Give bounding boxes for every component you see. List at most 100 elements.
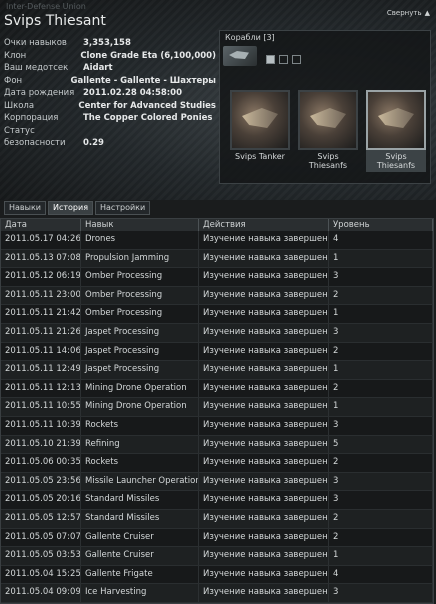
table-cell: 2011.05.05 07:07	[1, 528, 81, 547]
table-cell: Rockets	[81, 454, 199, 472]
table-cell: 2011.05.05 12:57	[1, 509, 81, 528]
ship-thumbnail	[230, 90, 290, 150]
ship-card[interactable]: Svips Thiesanfs	[298, 90, 358, 172]
table-cell: Drones	[81, 231, 199, 249]
info-row: Очки навыков 3,353,158	[4, 37, 216, 50]
table-cell: Изучение навыка завершено	[199, 435, 329, 454]
character-name: Svips Thiesant	[4, 13, 106, 29]
table-cell: 2011.05.05 03:53	[1, 547, 81, 565]
table-cell: 2011.05.11 10:55	[1, 398, 81, 416]
list-view-icon[interactable]	[279, 55, 288, 64]
table-cell: 4	[329, 231, 433, 249]
tab-История[interactable]: История	[47, 201, 94, 215]
table-cell: Изучение навыка завершено	[199, 249, 329, 268]
table-cell: Изучение навыка завершено	[199, 379, 329, 398]
table-row[interactable]: 2011.05.11 12:13 Mining Drone Operation Из…	[1, 379, 433, 399]
info-row: Фон Gallente - Gallente - Шахтеры	[4, 75, 216, 88]
column-header[interactable]: Навык	[81, 219, 199, 231]
table-cell: 1	[329, 249, 433, 268]
table-cell: Refining	[81, 435, 199, 454]
ship-thumbnail	[298, 90, 358, 150]
table-cell: 2	[329, 454, 433, 472]
info-label: Статус	[4, 125, 35, 136]
info-label: Фон	[4, 75, 23, 86]
info-label: Школа	[4, 100, 35, 111]
table-cell: Missile Launcher Operation	[81, 472, 199, 491]
info-value: 2011.02.28 04:58:00	[83, 88, 183, 98]
table-cell: Изучение навыка завершено	[199, 305, 329, 323]
table-cell: 2	[329, 342, 433, 361]
ships-panel: Корабли [3] Svips Tanker Svips Thiesanfs S…	[219, 30, 431, 184]
table-row[interactable]: 2011.05.06 00:35 Rockets Изучение навыка з…	[1, 454, 433, 473]
ship-name: Svips Thiesanfs	[376, 152, 416, 170]
table-cell: 1	[329, 305, 433, 323]
table-row[interactable]: 2011.05.13 07:08 Propulsion Jamming Изучен…	[1, 249, 433, 269]
table-cell: 2011.05.05 20:16	[1, 491, 81, 509]
info-label: Ваш медотсек	[4, 63, 69, 73]
table-row[interactable]: 2011.05.11 12:49 Jaspet Processing Изучени…	[1, 361, 433, 380]
table-cell: Mining Drone Operation	[81, 398, 199, 416]
table-row[interactable]: 2011.05.05 07:07 Gallente Cruiser Изучение…	[1, 528, 433, 548]
table-cell: 5	[329, 435, 433, 454]
table-row[interactable]: 2011.05.05 20:16 Standard Missiles Изучени…	[1, 491, 433, 510]
info-row: Дата рождения 2011.02.28 04:58:00	[4, 87, 216, 100]
column-header[interactable]: Действия	[199, 219, 329, 231]
table-row[interactable]: 2011.05.11 21:26 Jaspet Processing Изучени…	[1, 323, 433, 343]
table-row[interactable]: 2011.05.11 21:42 Omber Processing Изучение…	[1, 305, 433, 324]
table-row[interactable]: 2011.05.10 21:39 Refining Изучение навыка …	[1, 435, 433, 455]
info-label: безопасности	[4, 138, 66, 148]
table-cell: Omber Processing	[81, 268, 199, 286]
table-cell: 2011.05.04 09:09	[1, 584, 81, 602]
table-row[interactable]: 2011.05.04 15:25 Gallente Frigate Изучение…	[1, 565, 433, 585]
table-row[interactable]: 2011.05.11 10:39 Rockets Изучение навыка з…	[1, 416, 433, 436]
table-row[interactable]: 2011.05.05 12:57 Standard Missiles Изучени…	[1, 509, 433, 529]
table-cell: 1	[329, 361, 433, 379]
table-cell: 2011.05.11 10:39	[1, 416, 81, 435]
table-row[interactable]: 2011.05.05 03:53 Gallente Cruiser Изучение…	[1, 547, 433, 566]
table-row[interactable]: 2011.05.11 14:06 Jaspet Processing Изучени…	[1, 342, 433, 362]
table-cell: 1	[329, 547, 433, 565]
ship-card[interactable]: Svips Thiesanfs	[366, 90, 426, 172]
info-label: Корпорация	[4, 113, 59, 123]
table-header: Дата Навык Действия Уровень	[1, 219, 433, 231]
info-row: безопасности 0.29	[4, 137, 216, 150]
collapse-button[interactable]: Свернуть ▲	[384, 8, 430, 17]
tab-Настройки[interactable]: Настройки	[95, 201, 151, 215]
table-cell: Изучение навыка завершено	[199, 323, 329, 342]
info-label: Очки навыков	[4, 38, 67, 48]
table-cell: 2011.05.04 15:25	[1, 565, 81, 584]
table-cell: Изучение навыка завершено	[199, 361, 329, 379]
table-row[interactable]: 2011.05.11 10:55 Mining Drone Operation Из…	[1, 398, 433, 417]
info-value: Aidart	[83, 63, 113, 73]
column-header[interactable]: Дата	[1, 219, 81, 231]
table-cell: 2011.05.06 00:35	[1, 454, 81, 472]
table-cell: Propulsion Jamming	[81, 249, 199, 268]
table-cell: Standard Missiles	[81, 491, 199, 509]
info-row: Школа Center for Advanced Studies	[4, 100, 216, 113]
table-cell: 3	[329, 584, 433, 602]
table-cell: 2	[329, 286, 433, 305]
table-row[interactable]: 2011.05.05 23:56 Missile Launcher Operati…	[1, 472, 433, 492]
details-view-icon[interactable]	[292, 55, 301, 64]
table-cell: 2011.05.11 23:00	[1, 286, 81, 305]
table-cell: 2	[329, 509, 433, 528]
table-cell: Изучение навыка завершено	[199, 509, 329, 528]
table-row[interactable]: 2011.05.17 04:26 Drones Изучение навыка за…	[1, 231, 433, 250]
table-cell: Изучение навыка завершено	[199, 286, 329, 305]
column-header[interactable]: Уровень	[329, 219, 433, 231]
info-value: Gallente - Gallente - Шахтеры	[70, 75, 216, 86]
table-row[interactable]: 2011.05.12 06:19 Omber Processing Изучение…	[1, 268, 433, 287]
table-cell: Изучение навыка завершено	[199, 547, 329, 565]
table-cell: 3	[329, 268, 433, 286]
table-row[interactable]: 2011.05.11 23:00 Omber Processing Изучение…	[1, 286, 433, 306]
ships-header: Корабли [3]	[225, 33, 275, 42]
table-cell: Изучение навыка завершено	[199, 398, 329, 416]
table-cell: Omber Processing	[81, 305, 199, 323]
table-row[interactable]: 2011.05.04 09:09 Ice Harvesting Изучение н…	[1, 584, 433, 603]
tab-Навыки[interactable]: Навыки	[4, 201, 46, 215]
table-cell: 2011.05.11 21:42	[1, 305, 81, 323]
ship-card[interactable]: Svips Tanker	[230, 90, 290, 172]
grid-view-icon[interactable]	[266, 55, 275, 64]
table-cell: 2011.05.17 04:26	[1, 231, 81, 249]
table-cell: Gallente Cruiser	[81, 528, 199, 547]
